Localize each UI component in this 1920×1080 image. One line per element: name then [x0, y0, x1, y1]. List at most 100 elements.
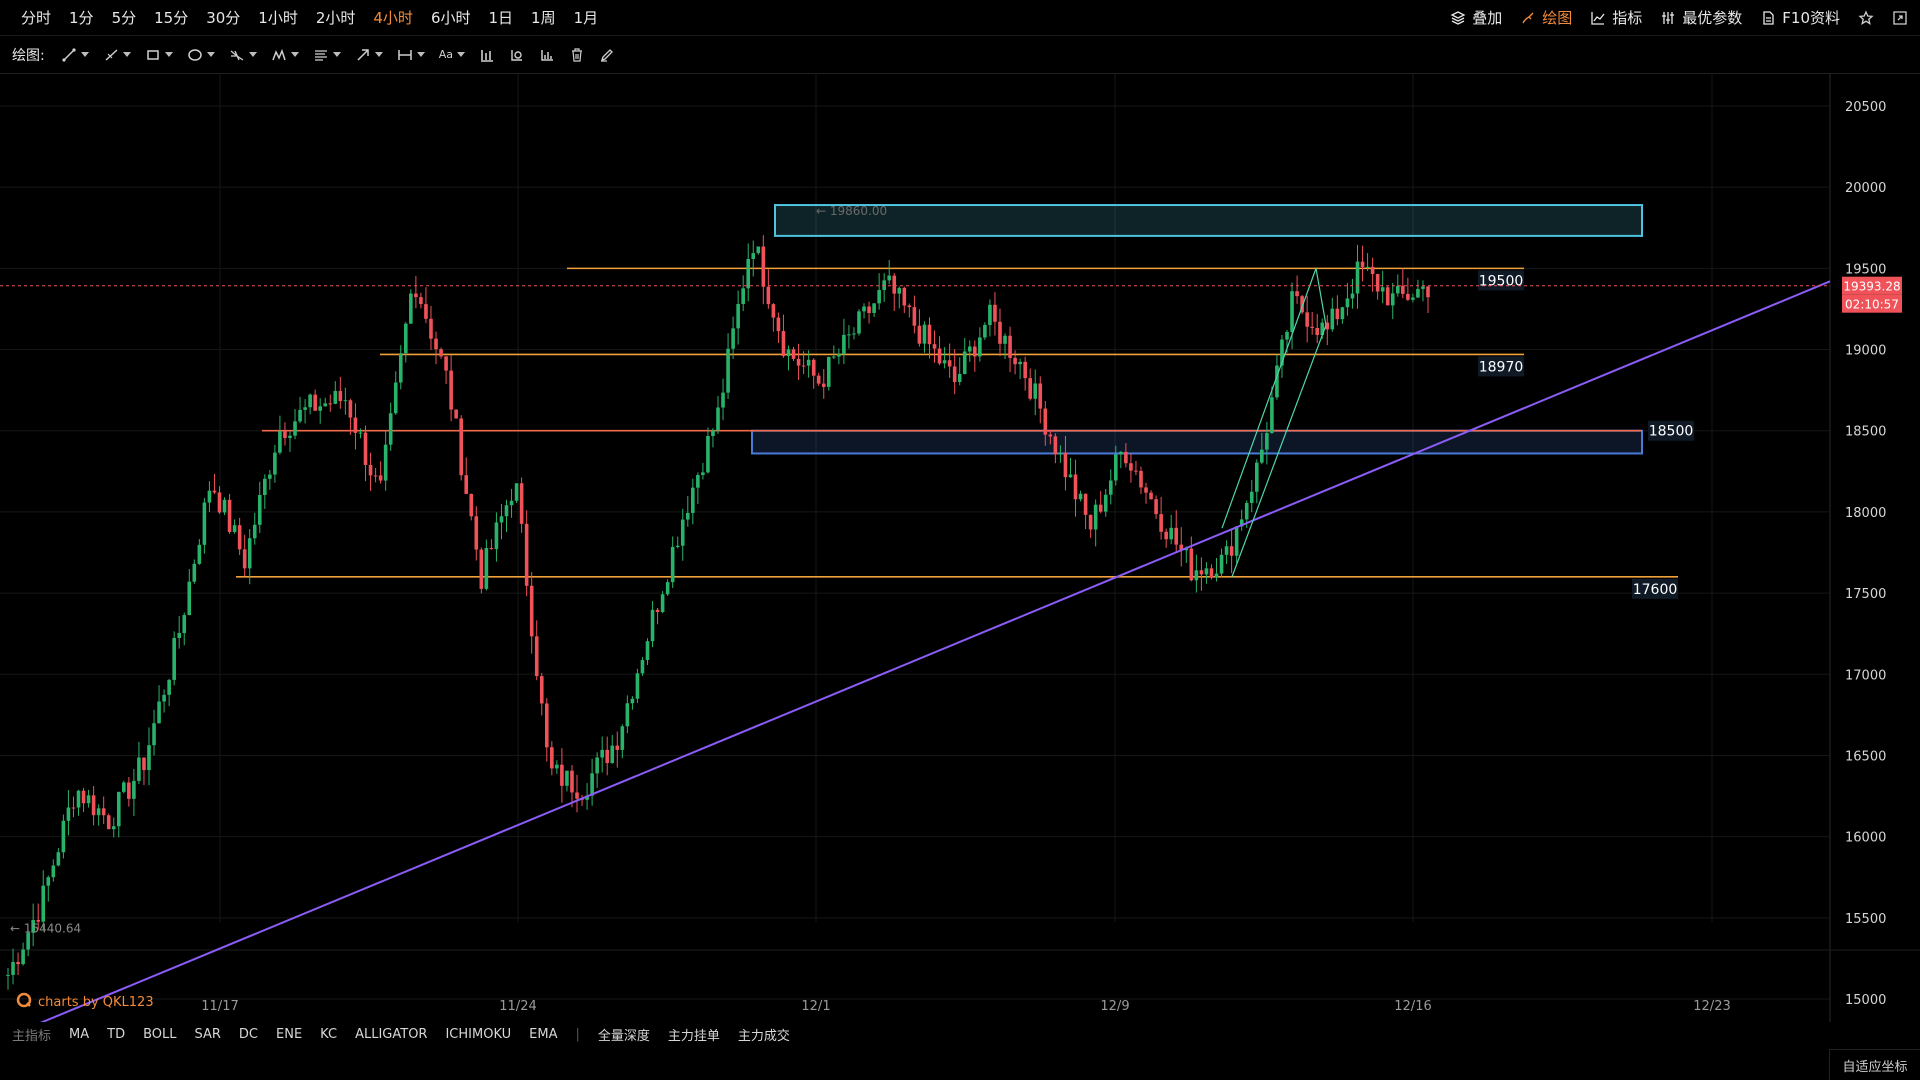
- timeframe-1[interactable]: 1分: [60, 7, 103, 28]
- tool-trend-line[interactable]: [61, 47, 89, 63]
- level-label: 19500: [1479, 273, 1524, 289]
- candle-body: [293, 421, 297, 436]
- candle-body: [227, 499, 232, 532]
- candle-body: [388, 413, 393, 445]
- menu-label: 最优参数: [1682, 9, 1743, 27]
- price-chart[interactable]: 15000 15500 16000 16500 17000 17500 18000 18500…: [0, 74, 1920, 1022]
- candle-body: [1144, 487, 1148, 493]
- tool-ray-line[interactable]: [103, 47, 131, 63]
- candle-body: [187, 581, 192, 616]
- tool-text[interactable]: Aa: [439, 48, 465, 61]
- indicator-ene[interactable]: ENE: [276, 1027, 302, 1042]
- tool-volume-chart[interactable]: [539, 47, 555, 63]
- indicator-ema[interactable]: EMA: [529, 1027, 557, 1042]
- candle-body: [323, 403, 328, 407]
- candle-body: [721, 392, 725, 408]
- candle-body: [1395, 285, 1400, 294]
- candle-body: [1370, 266, 1375, 275]
- drawing-label: 绘图:: [12, 47, 45, 64]
- candle-body: [383, 444, 388, 481]
- candle-body: [892, 275, 897, 294]
- candle-body: [670, 546, 675, 583]
- indicator-dc[interactable]: DC: [239, 1027, 258, 1042]
- indicator-extra-1[interactable]: 主力挂单: [668, 1025, 720, 1044]
- auto-scale-button[interactable]: 自适应坐标: [1829, 1049, 1920, 1080]
- candle-body: [1426, 286, 1430, 298]
- zone-rect[interactable]: [774, 204, 1643, 237]
- timeframe-10[interactable]: 1周: [522, 7, 565, 28]
- candle-body: [761, 246, 766, 287]
- indicator-alligator[interactable]: ALLIGATOR: [355, 1027, 427, 1042]
- candle-body: [912, 307, 917, 326]
- tool-trash[interactable]: [569, 47, 585, 63]
- candle-body: [1305, 312, 1309, 327]
- tool-rectangle[interactable]: [145, 47, 173, 63]
- level-label: 18970: [1479, 359, 1524, 375]
- menu-layers[interactable]: 叠加: [1450, 7, 1502, 28]
- star-icon[interactable]: [1858, 9, 1874, 26]
- candle-body: [308, 394, 312, 408]
- timeframe-5[interactable]: 1小时: [249, 7, 307, 28]
- timeframe-0[interactable]: 分时: [12, 7, 60, 28]
- timeframe-7[interactable]: 4小时: [364, 7, 422, 28]
- chevron-down-icon: [290, 52, 299, 57]
- indicator-extra-2[interactable]: 主力成交: [738, 1025, 790, 1044]
- candle-body: [429, 318, 433, 339]
- trash-icon: [569, 47, 585, 63]
- tool-measure[interactable]: [397, 47, 425, 63]
- candle-body: [983, 324, 987, 338]
- menu-indicator[interactable]: 指标: [1590, 7, 1642, 28]
- timeframe-2[interactable]: 5分: [103, 7, 146, 28]
- tool-bars-chart[interactable]: [479, 47, 495, 63]
- candle-body: [595, 757, 599, 774]
- candle-body: [897, 287, 902, 294]
- trend-line[interactable]: [8, 280, 1831, 1022]
- timeframe-11[interactable]: 1月: [565, 7, 608, 28]
- candle-body: [1214, 573, 1219, 578]
- menu-document[interactable]: F10资料: [1760, 7, 1840, 28]
- timeframe-6[interactable]: 2小时: [307, 7, 365, 28]
- channel-line-upper[interactable]: [1221, 268, 1317, 529]
- tool-arrow[interactable]: [355, 47, 383, 63]
- candle-body: [927, 324, 932, 345]
- indicator-sar[interactable]: SAR: [195, 1027, 221, 1042]
- fullscreen-icon[interactable]: [1892, 10, 1908, 26]
- menu-label: F10资料: [1782, 9, 1840, 27]
- rectangle-icon: [145, 47, 161, 63]
- pen-icon: [599, 47, 615, 63]
- candle-body: [1154, 499, 1158, 515]
- timeframe-4[interactable]: 30分: [197, 7, 249, 28]
- indicator-kc[interactable]: KC: [320, 1027, 337, 1042]
- tool-pattern[interactable]: [271, 47, 299, 63]
- indicator-td[interactable]: TD: [107, 1027, 125, 1042]
- timeframe-8[interactable]: 6小时: [422, 7, 480, 28]
- timeframe-3[interactable]: 15分: [145, 7, 197, 28]
- candle-body: [811, 359, 816, 376]
- candle-body: [116, 791, 121, 827]
- candle-body: [424, 304, 428, 319]
- tool-fib[interactable]: [313, 47, 341, 63]
- tool-pen[interactable]: [599, 47, 615, 63]
- candle-body: [247, 538, 252, 569]
- indicator-ma[interactable]: MA: [69, 1027, 89, 1042]
- indicator-extra-0[interactable]: 全量深度: [598, 1025, 650, 1044]
- tool-pie-chart[interactable]: [509, 47, 525, 63]
- candle-body: [605, 749, 610, 764]
- candle-body: [1406, 293, 1410, 300]
- tool-fork[interactable]: [229, 47, 257, 63]
- candle-body: [655, 609, 660, 613]
- timeframe-9[interactable]: 1日: [479, 7, 522, 28]
- menu-params[interactable]: 最优参数: [1660, 7, 1742, 28]
- indicator-ichimoku[interactable]: ICHIMOKU: [445, 1027, 511, 1042]
- zone-rect[interactable]: [751, 429, 1643, 455]
- menu-brush[interactable]: 绘图: [1520, 7, 1572, 28]
- candle-body: [1124, 451, 1128, 464]
- candle-body: [16, 961, 20, 965]
- tool-ellipse[interactable]: [187, 47, 215, 63]
- candle-body: [142, 757, 146, 771]
- x-tick-label: 12/9: [1100, 999, 1129, 1014]
- candle-body: [806, 359, 811, 366]
- indicator-boll[interactable]: BOLL: [143, 1027, 176, 1042]
- candle-body: [147, 745, 151, 771]
- candle-body: [726, 348, 730, 393]
